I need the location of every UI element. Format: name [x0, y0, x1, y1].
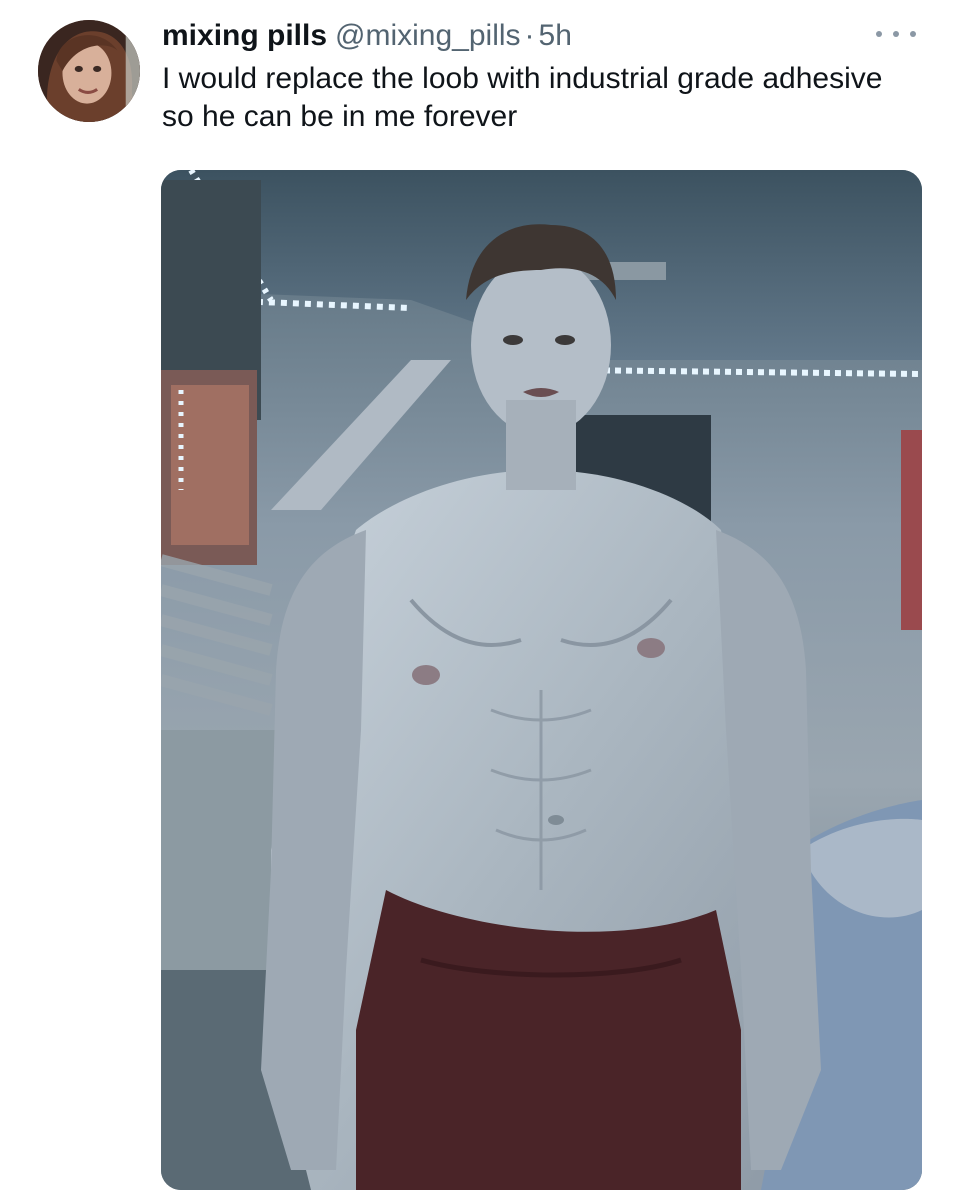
author-handle[interactable]: @mixing_pills: [335, 19, 521, 53]
avatar[interactable]: [38, 20, 140, 122]
tweet-header: mixing pills @mixing_pills · 5h: [162, 16, 572, 56]
timestamp[interactable]: 5h: [539, 19, 572, 53]
author-name[interactable]: mixing pills: [162, 19, 327, 53]
tweet-media-photo[interactable]: [161, 170, 922, 1190]
separator-dot: ·: [524, 19, 535, 52]
more-horizontal-icon[interactable]: [876, 22, 916, 46]
tweet-text: I would replace the loob with industrial…: [162, 62, 883, 133]
